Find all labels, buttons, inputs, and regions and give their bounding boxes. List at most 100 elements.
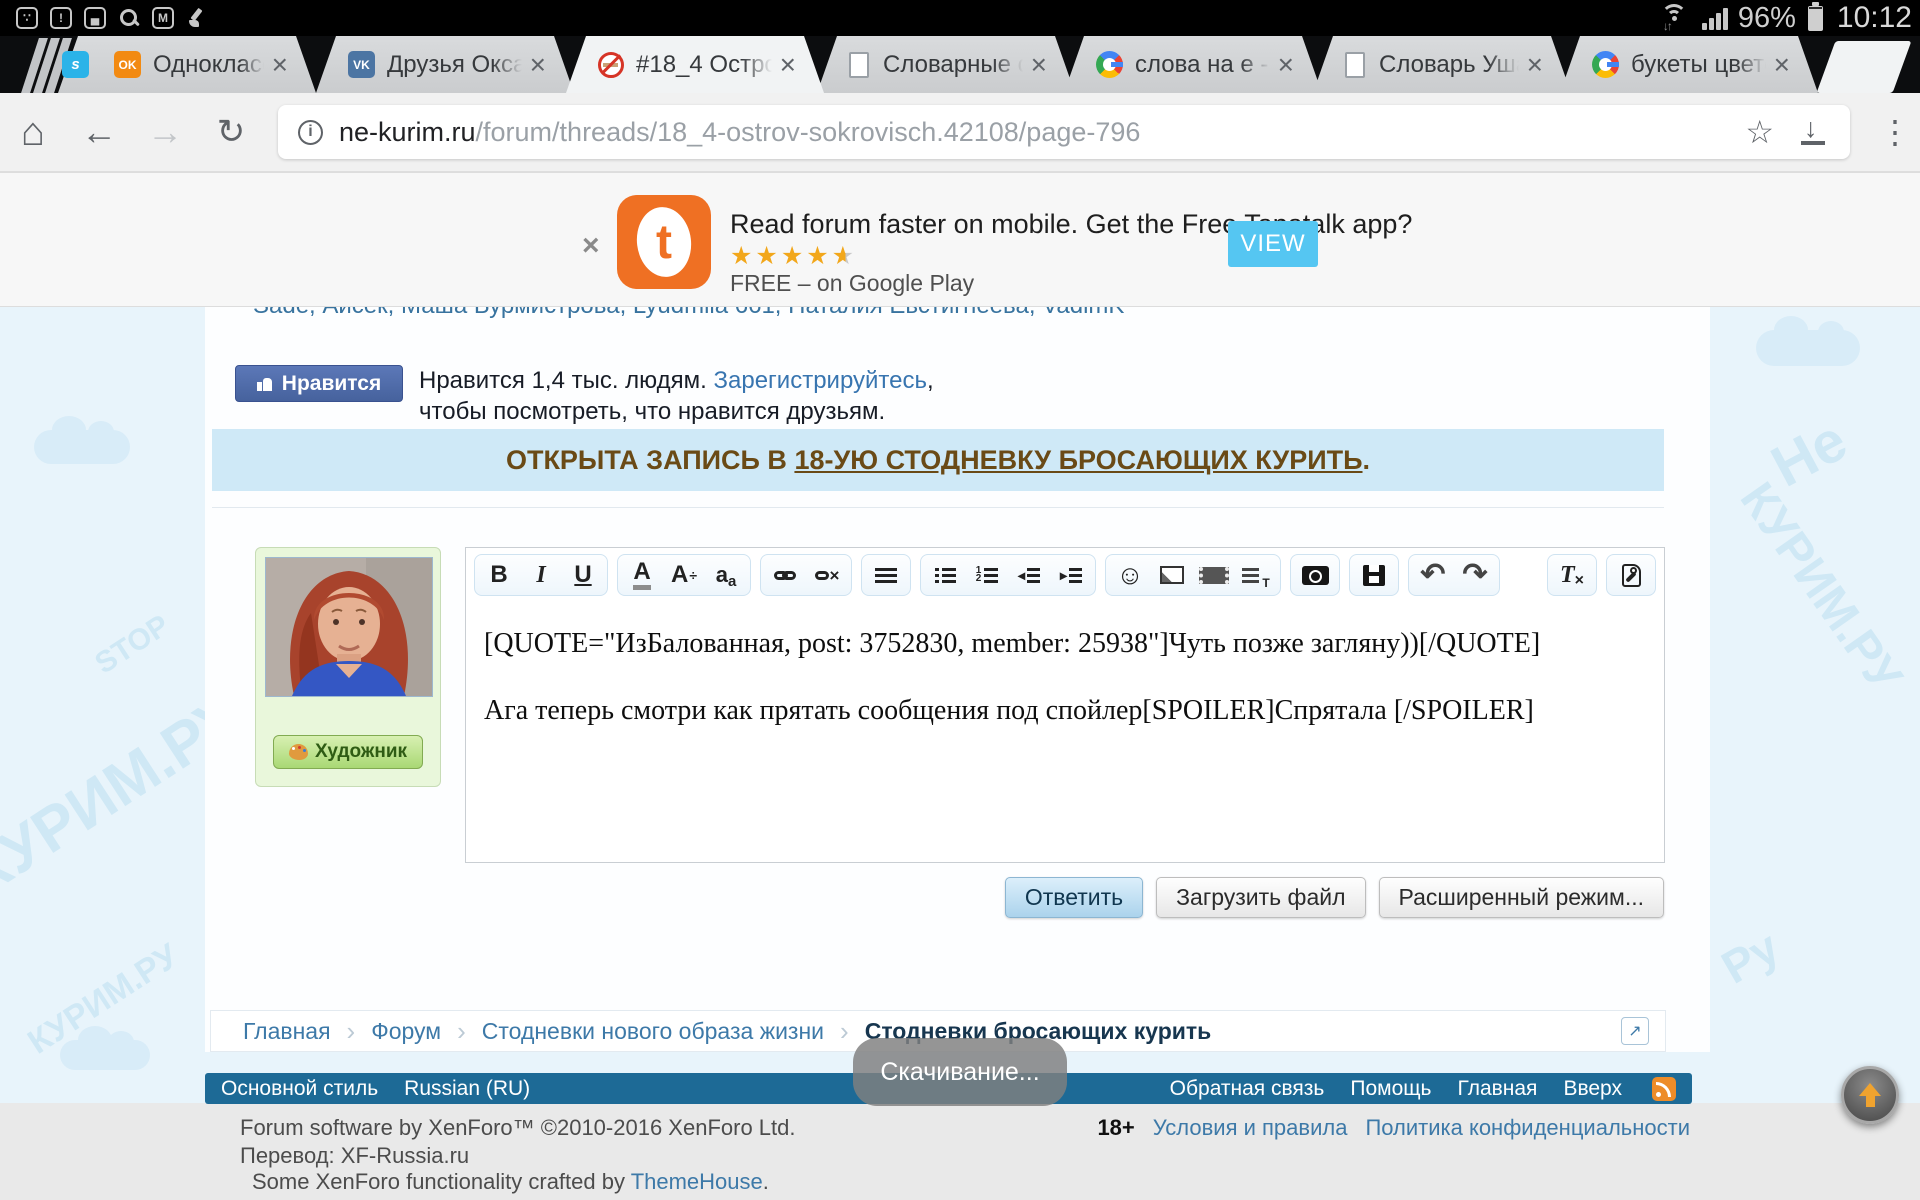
age-rating: 18+ (1097, 1115, 1134, 1141)
quick-navigation-icon[interactable]: ↗ (1621, 1017, 1649, 1045)
bbcode-editor-button[interactable] (1611, 557, 1651, 593)
insert-image-button[interactable] (1152, 557, 1192, 593)
tab-label: Словарь Ушако (1379, 51, 1519, 79)
tapatalk-letter: t (656, 215, 672, 270)
browser-menu-icon[interactable]: ⋮ (1870, 113, 1920, 151)
underline-button[interactable] (563, 557, 603, 593)
download-icon[interactable] (1800, 117, 1826, 147)
tab-odnoklassniki[interactable]: OK Одноклассники × (58, 36, 316, 93)
breadcrumb-home[interactable]: Главная (243, 1018, 331, 1045)
bullet-list-button[interactable] (925, 557, 965, 593)
insert-link-button[interactable] (765, 557, 805, 593)
close-tab-icon[interactable]: × (1774, 49, 1790, 81)
outdent-button[interactable] (1009, 557, 1049, 593)
register-link[interactable]: Зарегистрируйтесь (714, 367, 928, 394)
link-icon (772, 561, 798, 589)
tab-label: #18_4 Остров со (636, 51, 772, 79)
url-text[interactable]: ne-kurim.ru/forum/threads/18_4-ostrov-so… (339, 117, 1733, 148)
member-links[interactable]: Sade, Айсек, Маша Бурмистрова, Lyudmila … (253, 307, 1593, 318)
cloud-shape (1756, 330, 1860, 366)
breadcrumb-category[interactable]: Стодневки нового образа жизни (482, 1018, 824, 1045)
unlink-button[interactable] (807, 557, 847, 593)
page-info-icon[interactable]: i (298, 120, 323, 145)
editor-line: [QUOTE="ИзБалованная, post: 3752830, mem… (484, 624, 1646, 664)
avatar[interactable] (265, 557, 433, 697)
remove-formatting-button[interactable] (1552, 557, 1592, 593)
home-button[interactable]: ⌂ (0, 110, 66, 155)
undo-button[interactable] (1413, 557, 1453, 593)
top-link[interactable]: Вверх (1563, 1077, 1622, 1101)
facebook-like-row: Нравится Нравится 1,4 тыс. людям. Зареги… (235, 365, 979, 427)
messenger-app-icon: ∵ (16, 7, 38, 29)
banner-close-icon[interactable]: × (582, 229, 600, 263)
hidden-tab-favicon: s (62, 51, 89, 78)
watermark-text: Ру (1712, 920, 1788, 995)
stodnevka-link[interactable]: 18-УЮ СТОДНЕВКУ БРОСАЮЩИХ КУРИТЬ (794, 445, 1362, 476)
bold-button[interactable] (479, 557, 519, 593)
font-size-button[interactable] (664, 557, 704, 593)
tab-forum-active[interactable]: #18_4 Остров со × (566, 36, 824, 93)
close-tab-icon[interactable]: × (780, 49, 796, 81)
camera-button[interactable] (1295, 557, 1335, 593)
upload-file-button[interactable]: Загрузить файл (1156, 877, 1365, 918)
chevron-icon: › (457, 1016, 466, 1047)
smilies-button[interactable] (1110, 557, 1150, 593)
text-align-button[interactable] (866, 557, 906, 593)
outdent-icon (1016, 561, 1042, 589)
scroll-to-top-button[interactable] (1841, 1066, 1899, 1124)
insert-quote-button[interactable] (1236, 557, 1276, 593)
reload-button[interactable]: ↻ (198, 112, 264, 152)
download-toast: Скачивание... (853, 1038, 1067, 1106)
tab-google-search-flowers[interactable]: букеты цветов - × (1560, 36, 1818, 93)
new-tab-button[interactable] (1817, 41, 1912, 93)
forum-page: Sade, Айсек, Маша Бурмистрова, Lyudmila … (205, 307, 1710, 1052)
italic-button[interactable] (521, 557, 561, 593)
close-tab-icon[interactable]: × (1278, 49, 1294, 81)
themehouse-link[interactable]: ThemeHouse (631, 1169, 763, 1194)
privacy-link[interactable]: Политика конфиденциальности (1365, 1115, 1690, 1141)
like-summary: Нравится 1,4 тыс. людям. Зарегистрируйте… (419, 365, 979, 427)
font-family-button[interactable] (706, 557, 746, 593)
numbered-list-button[interactable] (967, 557, 1007, 593)
wifi-icon: ↓↑ (1658, 3, 1692, 33)
close-tab-icon[interactable]: × (1527, 49, 1543, 81)
editor-textarea[interactable]: [QUOTE="ИзБалованная, post: 3752830, mem… (466, 602, 1664, 731)
clock: 10:12 (1837, 1, 1912, 35)
tab-ushakov-dictionary[interactable]: Словарь Ушако × (1313, 36, 1571, 93)
advanced-mode-button[interactable]: Расширенный режим... (1379, 877, 1664, 918)
save-draft-button[interactable] (1354, 557, 1394, 593)
redo-button[interactable] (1455, 557, 1495, 593)
insert-media-button[interactable] (1194, 557, 1234, 593)
font-color-button[interactable] (622, 557, 662, 593)
view-app-button[interactable]: VIEW (1228, 221, 1318, 267)
battery-icon (1808, 6, 1823, 31)
tab-dictionary-words[interactable]: Словарные сло × (817, 36, 1075, 93)
battery-percent: 96% (1738, 2, 1796, 35)
remove-format-group (1547, 554, 1597, 596)
watermark-text: КУРИМ.РУ (1729, 473, 1913, 702)
language-chooser-link[interactable]: Russian (RU) (404, 1077, 530, 1101)
close-tab-icon[interactable]: × (272, 49, 288, 81)
translation-line: Перевод: XF-Russia.ru (240, 1143, 469, 1169)
tapatalk-banner: × t Read forum faster on mobile. Get the… (0, 172, 1920, 307)
align-group (861, 554, 911, 596)
help-link[interactable]: Помощь (1350, 1077, 1431, 1101)
forward-button[interactable]: → (132, 111, 198, 153)
tab-vk-friends[interactable]: VK Друзья Оксаны × (316, 36, 574, 93)
home-link[interactable]: Главная (1458, 1077, 1538, 1101)
reply-button[interactable]: Ответить (1005, 877, 1143, 918)
close-tab-icon[interactable]: × (530, 49, 546, 81)
style-chooser-link[interactable]: Основной стиль (221, 1077, 378, 1101)
camera-group (1290, 554, 1340, 596)
breadcrumb-forum[interactable]: Форум (371, 1018, 441, 1045)
contact-link[interactable]: Обратная связь (1170, 1077, 1325, 1101)
indent-button[interactable] (1051, 557, 1091, 593)
terms-link[interactable]: Условия и правила (1153, 1115, 1348, 1141)
tab-google-search-words[interactable]: слова на е - Пои × (1064, 36, 1322, 93)
rss-icon[interactable] (1652, 1077, 1676, 1101)
address-bar[interactable]: i ne-kurim.ru/forum/threads/18_4-ostrov-… (278, 105, 1850, 159)
bookmark-star-icon[interactable]: ☆ (1745, 113, 1774, 151)
close-tab-icon[interactable]: × (1031, 49, 1047, 81)
facebook-like-button[interactable]: Нравится (235, 365, 403, 402)
back-button[interactable]: ← (66, 111, 132, 153)
